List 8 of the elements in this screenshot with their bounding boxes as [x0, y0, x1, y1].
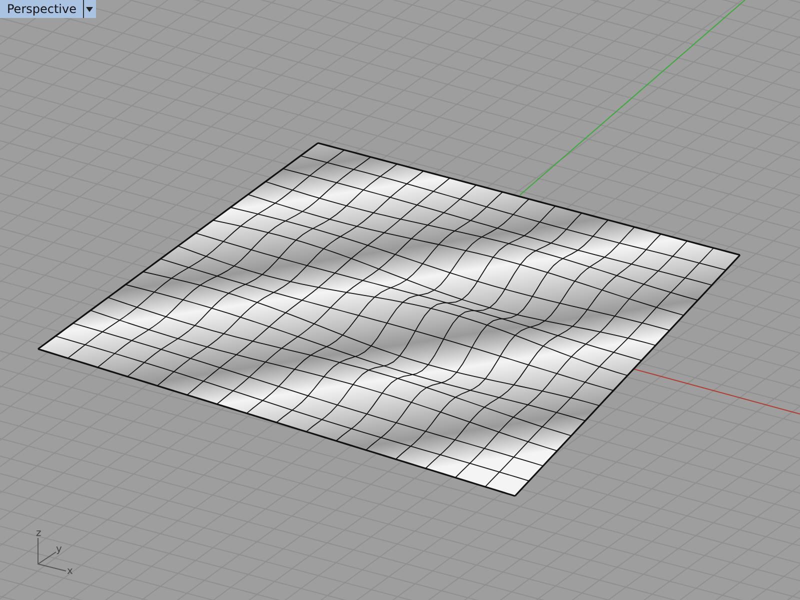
- axis-label: x: [67, 566, 73, 577]
- axis-label: z: [36, 528, 42, 539]
- caret-icon: [86, 6, 92, 12]
- wavy-surface-drawing[interactable]: [38, 142, 741, 497]
- dropdown-button[interactable]: [82, 0, 96, 18]
- axis-triad-icon: [38, 538, 66, 572]
- axis-label: y: [56, 544, 62, 555]
- viewport-title[interactable]: Perspective: [0, 0, 82, 18]
